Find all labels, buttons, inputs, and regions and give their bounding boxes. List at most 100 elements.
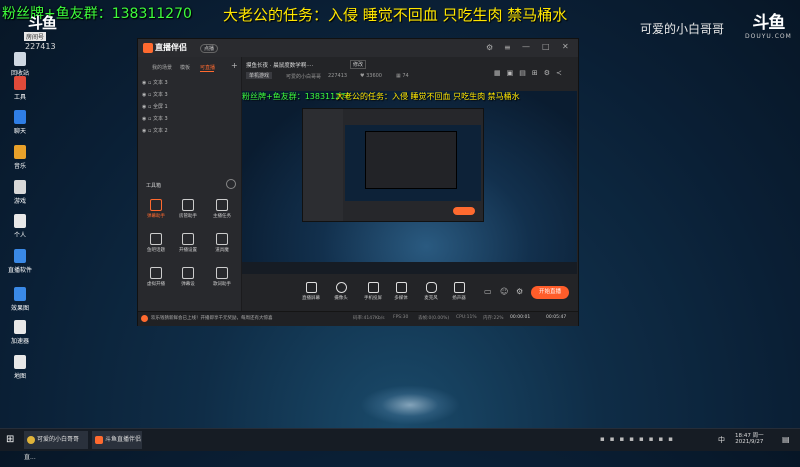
tools-header: 工具箱 [146,183,162,189]
desktop-icon-personal[interactable]: 个人 [0,214,40,239]
action-camera[interactable]: 摄像头 [328,282,354,301]
lyrics-icon [216,267,228,279]
minimize-icon[interactable]: — [522,42,530,51]
close-icon[interactable]: ✕ [562,42,569,51]
left-panel: 我的场景 模板 可直播 + ◉ ▫ 文本 3 ◉ ▫ 文本 3 ◉ ▫ 全屏 1… [138,57,242,325]
face-icon[interactable]: ☺ [500,287,508,296]
tool-live-settings[interactable]: 开播设置 [174,233,202,253]
windows-start-icon[interactable]: ⊞ [6,434,14,445]
active-tab-underline [200,71,214,72]
eye-icon[interactable]: ◉ [142,116,146,122]
action-screen[interactable]: 直播屏幕 [298,282,324,301]
settings-gear-icon[interactable]: ⚙ [516,287,523,296]
action-speaker[interactable]: 扬声器 [446,282,472,301]
canvas-tools[interactable]: ▦▣▤⊞⚙≺ [494,69,568,77]
source-item[interactable]: ◉ ▫ 文本 3 [142,89,238,101]
preview-canvas[interactable]: 粉丝牌+鱼友群：138311270 大老公的任务：入侵 睡觉不回血 只吃生肉 禁… [242,91,577,274]
clock[interactable]: 18:47 周一 2021/9/27 [735,431,764,445]
douyu-corner-logo: 斗鱼 [28,14,57,32]
tool-room-admin[interactable]: 房管助手 [174,199,202,219]
tools-more-icon[interactable] [226,179,236,189]
accelerator-icon [14,320,26,334]
tool-props[interactable]: 道具魔 [208,233,236,253]
desktop-icon-tools[interactable]: 工具 [0,76,40,101]
desktop-icon-map[interactable]: 地图 [0,355,40,380]
lock-icon[interactable]: ▫ [148,104,151,110]
desktop-icon-chat[interactable]: 聊天 [0,110,40,135]
desktop-icon-effects[interactable]: 效果图 [0,287,40,312]
eye-icon[interactable]: ◉ [142,104,146,110]
desktop-icon-accelerator[interactable]: 加速器 [0,320,40,345]
eye-icon[interactable]: ◉ [142,80,146,86]
menu-icon[interactable]: ≡ [504,43,511,52]
stat-bitrate: 码率:4147Kb/s [353,316,385,321]
settings-icon[interactable]: ⚙ [486,43,493,52]
eye-icon[interactable]: ◉ [142,92,146,98]
chat-icon [14,110,26,124]
fans-count: ♥ 33600 [360,73,382,79]
room-info: 可爱的小白哥哥 [286,74,322,80]
desktop-icon-music[interactable]: 音乐 [0,145,40,170]
app-title: 直播伴侣 [155,43,187,52]
category-button[interactable]: 单机游戏 [246,72,273,79]
room-id: 227413 [25,42,56,51]
document-icon [14,214,26,228]
canvas-taskbar [242,262,577,274]
source-item[interactable]: ◉ ▫ 文本 3 [142,77,238,89]
live-app-icon [14,249,26,263]
tab-live[interactable]: 可直播 [200,64,215,71]
taskbar-item-browser[interactable]: 可爱的小白哥哥直... [24,431,88,461]
tray-icons[interactable]: ▪▪▪▪▪▪▪▪ [600,435,678,443]
viewer-icon: ▦ [396,73,401,79]
lock-icon[interactable]: ▫ [148,92,151,98]
maximize-icon[interactable]: □ [542,42,550,51]
tool-tasks[interactable]: 主播任务 [208,199,236,219]
add-scene-icon[interactable]: + [231,61,238,70]
source-item[interactable]: ◉ ▫ 全屏 1 [142,101,238,113]
nested-preview [345,125,481,201]
source-item[interactable]: ◉ ▫ 文本 3 [142,113,238,125]
live-duration: 00:00:01 [510,315,531,320]
stat-fps: FPS:30 [393,315,409,320]
tab-my-scenes[interactable]: 我的场景 [152,64,172,71]
notice-text[interactable]: 欢乐钱猜新鲜会已上线！开播即享千元奖励，每周还有大惊喜 [151,315,273,321]
media-icon [395,282,407,293]
room-badge: 房间号 [24,32,47,41]
lock-icon[interactable]: ▫ [148,116,151,122]
task-icon [216,199,228,211]
action-media[interactable]: 多媒体 [388,282,414,301]
tool-lyrics[interactable]: 歌词助手 [208,267,236,287]
desktop-icon-games[interactable]: 游戏 [0,180,40,205]
edit-title-button[interactable]: 修改 [350,60,367,69]
lock-icon[interactable]: ▫ [148,80,151,86]
stat-cpu: CPU:11% [456,315,477,320]
record-icon[interactable]: ▭ [484,287,492,296]
start-live-button[interactable]: 开始直播 [531,286,569,299]
title-badge[interactable]: 点播 [200,44,219,53]
viewer-count: ▦ 74 [396,73,409,79]
tool-danmaku[interactable]: 弹幕助手 [142,199,170,219]
tools-icon [14,76,26,90]
douyu-watermark: 斗鱼 DOUYU.COM [745,13,792,40]
browser-icon [27,435,35,444]
speaker-icon [453,282,465,293]
notification-icon[interactable]: ▤ [782,435,790,444]
source-list: ◉ ▫ 文本 3 ◉ ▫ 文本 3 ◉ ▫ 全屏 1 ◉ ▫ 文本 3 ◉ ▫ … [142,77,238,137]
action-phone-cast[interactable]: 手机投屏 [360,282,386,301]
eye-icon[interactable]: ◉ [142,128,146,134]
canvas-task-overlay: 大老公的任务：入侵 睡觉不回血 只吃生肉 禁马桶水 [336,92,520,101]
taskbar-item-live-companion[interactable]: 斗鱼直播伴侣 [92,431,142,449]
desktop-icon-live[interactable]: 直播软件 [0,249,40,274]
lock-icon[interactable]: ▫ [148,128,151,134]
tool-topics[interactable]: 鱼吧话题 [142,233,170,253]
action-microphone[interactable]: 麦克风 [418,282,444,301]
moon-reflection [360,385,460,425]
tool-virtual[interactable]: 虚拟开播 [142,267,170,287]
source-item[interactable]: ◉ ▫ 文本 2 [142,125,238,137]
stat-memory: 内存:22% [483,316,504,321]
ime-indicator[interactable]: 中 [718,435,725,445]
tab-templates[interactable]: 模板 [180,64,190,71]
live-companion-window: 直播伴侣 点播 ⚙ ≡ — □ ✕ 我的场景 模板 可直播 + ◉ ▫ 文本 3… [137,38,579,326]
notice-icon [141,315,148,322]
tool-danmaku-settings[interactable]: 弹幕设 [174,267,202,287]
